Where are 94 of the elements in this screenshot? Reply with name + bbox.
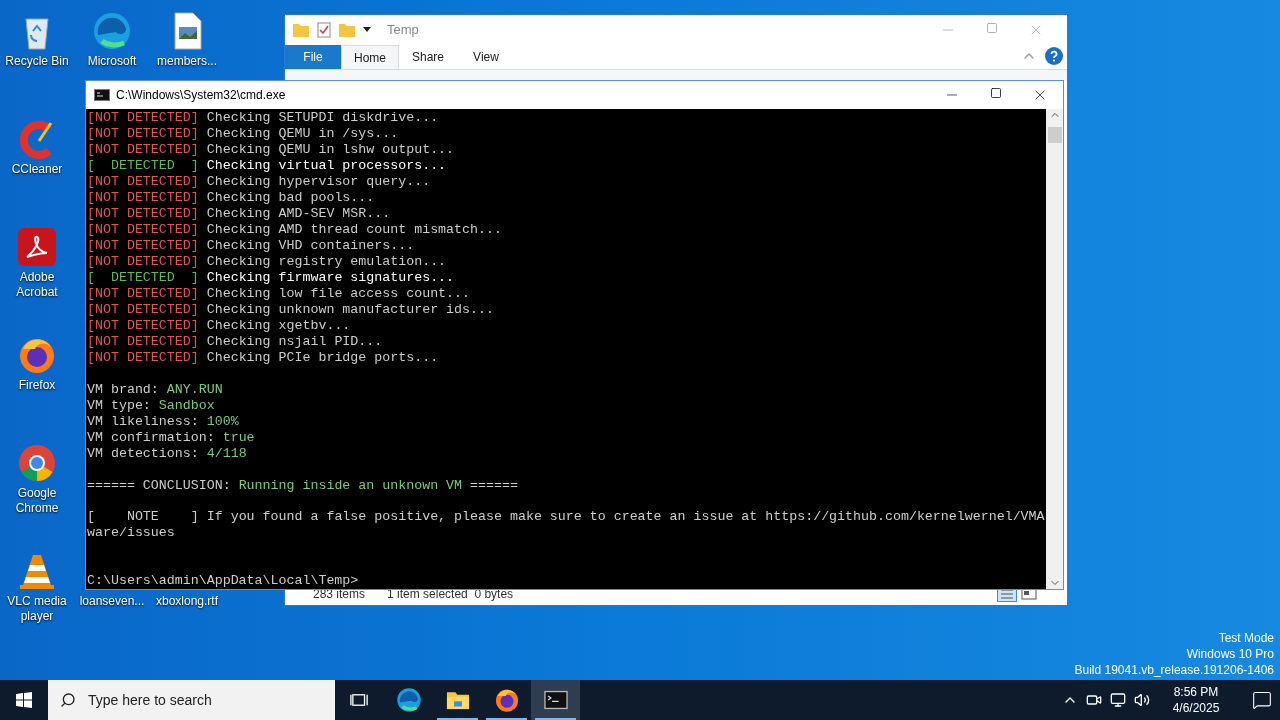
check-message: Checking bad pools... <box>206 190 375 206</box>
taskbar-app-button[interactable] <box>531 680 580 720</box>
summary-label: VM likeliness: <box>87 413 199 430</box>
status-tag: [NOT DETECTED] <box>87 206 199 222</box>
check-message: Checking low file access count... <box>206 286 471 302</box>
summary-value: ANY.RUN <box>166 381 223 398</box>
status-tag: [NOT DETECTED] <box>87 254 199 270</box>
help-icon[interactable] <box>1045 47 1063 65</box>
desktop-icon-label[interactable]: VLC media player <box>0 594 74 624</box>
conclusion-rule: ====== <box>470 477 518 494</box>
volume-icon[interactable] <box>1134 692 1150 708</box>
desktop-icon-label[interactable]: Firefox <box>18 378 56 393</box>
os-notice-text: Windows 10 Pro <box>1186 646 1274 662</box>
new-folder-icon <box>339 23 355 37</box>
summary-value: 4/118 <box>206 445 247 462</box>
status-tag: [ DETECTED ] <box>87 270 199 286</box>
ribbon-tab[interactable]: View <box>457 45 515 69</box>
status-tag: [NOT DETECTED] <box>87 174 199 190</box>
check-message: Checking nsjail PID... <box>206 334 383 350</box>
summary-label: VM detections: <box>87 445 199 462</box>
edge-icon <box>92 11 132 51</box>
summary-value: Sandbox <box>158 397 215 414</box>
desktop-icon-label[interactable]: loanseven... <box>79 594 145 609</box>
check-message: Checking QEMU in /sys... <box>206 126 399 142</box>
dropdown-caret-icon[interactable] <box>363 27 371 33</box>
status-tag: [NOT DETECTED] <box>87 110 199 126</box>
check-message: Checking xgetbv... <box>206 318 351 334</box>
properties-icon <box>317 22 331 38</box>
status-tag: [NOT DETECTED] <box>87 142 199 158</box>
desktop-icon-label[interactable]: xboxlong.rtf <box>155 594 218 609</box>
note-text: If you found a false positive, please make sure to create an issue at https://github.com/kernelwernel/VMA <box>206 509 1045 526</box>
running-indicator <box>437 718 478 720</box>
check-message: Checking firmware signatures... <box>206 270 455 286</box>
search-field[interactable]: Type here to search <box>48 680 335 720</box>
window-title: C:\Windows\System32\cmd.exe <box>116 87 286 104</box>
os-notice-text: Build 19041.vb_release.191206-1406 <box>1074 662 1274 678</box>
maximize-icon[interactable] <box>990 87 1002 99</box>
notifications-icon[interactable] <box>1252 690 1272 710</box>
status-tag: [ DETECTED ] <box>87 158 199 174</box>
summary-label: VM brand: <box>87 381 159 398</box>
status-tag: [NOT DETECTED] <box>87 238 199 254</box>
note-tag: [ NOTE ] <box>87 509 199 526</box>
desktop-icon-label[interactable]: Adobe Acrobat <box>0 270 74 300</box>
acrobat-icon <box>17 227 57 267</box>
status-tag: [NOT DETECTED] <box>87 222 199 238</box>
firefox-icon <box>493 687 520 713</box>
console-icon <box>94 89 110 101</box>
summary-label: VM type: <box>87 397 151 414</box>
chrome-icon <box>17 443 57 483</box>
desktop-icon-label[interactable]: Google Chrome <box>0 486 74 516</box>
conclusion-value: Running inside an unknown VM <box>238 477 463 494</box>
running-indicator <box>486 718 527 720</box>
file-menu-tab[interactable]: File <box>285 45 341 69</box>
summary-value: true <box>222 429 255 446</box>
status-tag: [NOT DETECTED] <box>87 286 199 302</box>
search-icon <box>60 692 76 708</box>
status-tag: [NOT DETECTED] <box>87 350 199 366</box>
check-message: Checking PCIe bridge ports... <box>206 350 439 366</box>
check-message: Checking SETUPDI diskdrive... <box>206 110 439 126</box>
status-tag: [NOT DETECTED] <box>87 190 199 206</box>
status-tag: [NOT DETECTED] <box>87 302 199 318</box>
network-icon[interactable] <box>1110 692 1126 708</box>
ribbon-tab[interactable]: Share <box>399 45 457 69</box>
scrollbar[interactable] <box>1046 109 1063 589</box>
summary-value: 100% <box>206 413 239 430</box>
scrollbar-thumb[interactable] <box>1047 127 1062 143</box>
check-message: Checking AMD thread count mismatch... <box>206 222 502 238</box>
status-tag: [NOT DETECTED] <box>87 126 199 142</box>
desktop-icon-label[interactable]: CCleaner <box>11 162 63 177</box>
check-message: Checking AMD-SEV MSR... <box>206 206 391 222</box>
edge-icon <box>395 687 422 713</box>
folder-icon <box>293 23 309 37</box>
status-tag: [NOT DETECTED] <box>87 334 199 350</box>
check-message: Checking QEMU in lshw output... <box>206 142 455 158</box>
check-message: Checking hypervisor query... <box>206 174 431 190</box>
status-tag: [NOT DETECTED] <box>87 318 199 334</box>
camera-icon[interactable] <box>1086 692 1102 708</box>
ribbon-tab[interactable]: Home <box>341 45 399 69</box>
clock[interactable]: 8:56 PM 4/6/2025 <box>1158 684 1234 716</box>
window-title: Temp <box>387 21 419 40</box>
check-message: Checking registry emulation... <box>206 254 447 270</box>
conclusion-label: ====== CONCLUSION: <box>87 477 231 494</box>
summary-label: VM confirmation: <box>87 429 215 446</box>
desktop-icon-label[interactable]: members... <box>157 54 217 69</box>
check-message: Checking unknown manufacturer ids... <box>206 302 494 318</box>
note-text: ware/issues <box>87 525 175 542</box>
os-notice-text: Test Mode <box>1218 630 1274 646</box>
running-indicator <box>535 718 576 720</box>
command-prompt: C:\Users\admin\AppData\Local\Temp> <box>87 573 359 589</box>
desktop-icon-label[interactable]: Recycle Bin <box>5 54 69 69</box>
check-message: Checking VHD containers... <box>206 238 415 254</box>
desktop-icon-label[interactable]: Microsoft <box>87 54 137 69</box>
windows-logo-icon <box>16 692 32 708</box>
check-message: Checking virtual processors... <box>206 158 447 174</box>
